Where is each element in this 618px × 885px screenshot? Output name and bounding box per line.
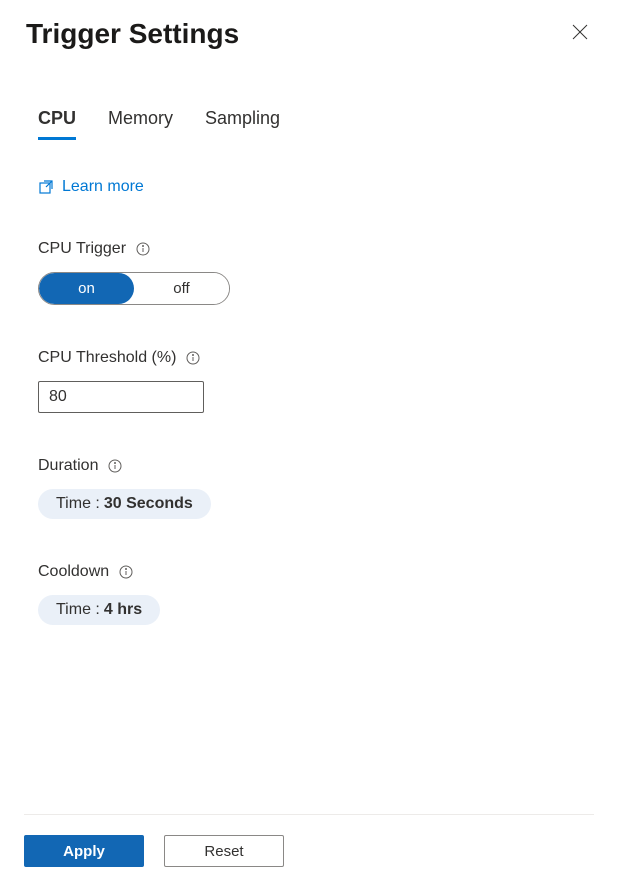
tab-cpu[interactable]: CPU (38, 108, 76, 140)
duration-pill[interactable]: Time : 30 Seconds (38, 489, 211, 519)
cooldown-label: Cooldown (38, 563, 109, 581)
info-icon[interactable] (136, 242, 150, 256)
close-icon (572, 24, 588, 40)
tabs: CPU Memory Sampling (38, 108, 580, 140)
tab-sampling[interactable]: Sampling (205, 108, 280, 140)
reset-button[interactable]: Reset (164, 835, 284, 867)
toggle-off[interactable]: off (134, 273, 229, 304)
learn-more-label: Learn more (62, 178, 144, 196)
cooldown-pill[interactable]: Time : 4 hrs (38, 595, 160, 625)
duration-pill-value: 30 Seconds (104, 495, 193, 513)
info-icon[interactable] (186, 351, 200, 365)
cooldown-pill-prefix: Time : (56, 601, 100, 619)
cpu-threshold-input[interactable] (38, 381, 204, 413)
learn-more-link[interactable]: Learn more (38, 178, 144, 196)
duration-label: Duration (38, 457, 98, 475)
cpu-threshold-label: CPU Threshold (%) (38, 349, 176, 367)
toggle-on[interactable]: on (39, 273, 134, 304)
cpu-trigger-toggle[interactable]: on off (38, 272, 230, 305)
cooldown-pill-value: 4 hrs (104, 601, 142, 619)
tab-memory[interactable]: Memory (108, 108, 173, 140)
external-link-icon (38, 179, 54, 195)
duration-pill-prefix: Time : (56, 495, 100, 513)
cpu-trigger-label: CPU Trigger (38, 240, 126, 258)
apply-button[interactable]: Apply (24, 835, 144, 867)
page-title: Trigger Settings (26, 18, 239, 50)
info-icon[interactable] (119, 565, 133, 579)
info-icon[interactable] (108, 459, 122, 473)
divider (24, 814, 594, 815)
close-button[interactable] (568, 20, 592, 49)
